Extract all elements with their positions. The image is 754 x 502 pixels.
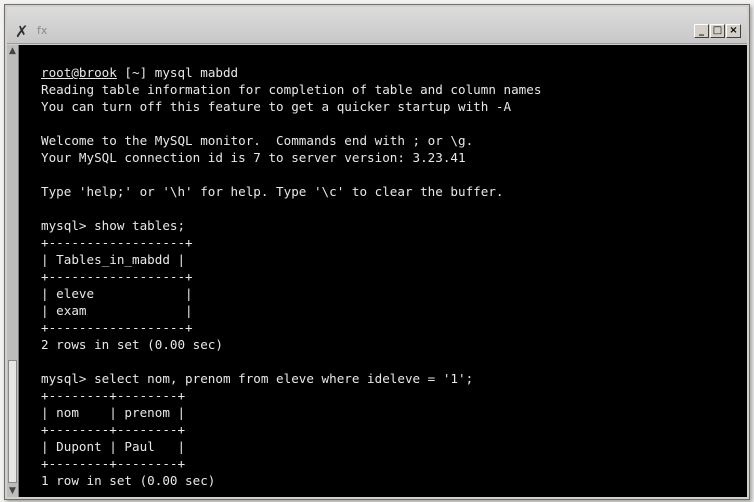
terminal-line: | Dupont | Paul | <box>41 439 186 454</box>
terminal-line: +------------------+ <box>41 235 193 250</box>
scrollbar[interactable]: ▲ ▼ <box>7 45 19 497</box>
terminal-line: Reading table information for completion… <box>41 82 542 97</box>
terminal-line: You can turn off this feature to get a q… <box>41 99 512 114</box>
window-title: fx <box>37 24 48 37</box>
scroll-thumb[interactable] <box>8 360 17 483</box>
terminal-line: 1 row in set (0.00 sec) <box>41 473 216 488</box>
terminal-text: root@brook [~] mysql mabdd Reading table… <box>41 64 541 497</box>
close-button[interactable]: × <box>726 24 741 38</box>
terminal-line: +------------------+ <box>41 320 193 335</box>
scroll-up-arrow-icon[interactable]: ▲ <box>7 45 18 57</box>
terminal-line: +--------+--------+ <box>41 422 186 437</box>
minimize-button[interactable]: _ <box>694 24 709 38</box>
terminal-line: root@brook [~] mysql mabdd <box>41 65 238 80</box>
terminal-line: +------------------+ <box>41 269 193 284</box>
terminal-line: | exam | <box>41 303 193 318</box>
title-bar[interactable]: ✗ fx _ □ × <box>7 7 747 44</box>
prompt-user: root@brook <box>41 65 117 80</box>
terminal-line: +--------+--------+ <box>41 388 186 403</box>
terminal-line: | eleve | <box>41 286 193 301</box>
terminal-line: Type 'help;' or '\h' for help. Type '\c'… <box>41 184 504 199</box>
terminal-line: | Tables_in_mabdd | <box>41 252 186 267</box>
terminal-line: Your MySQL connection id is 7 to server … <box>41 150 466 165</box>
terminal-window: ✗ fx _ □ × ▲ ▼ root@brook [~] mysql mabd… <box>4 4 750 500</box>
scroll-down-arrow-icon[interactable]: ▼ <box>7 485 18 497</box>
terminal-output[interactable]: root@brook [~] mysql mabdd Reading table… <box>19 45 747 497</box>
terminal-line: | nom | prenom | <box>41 405 186 420</box>
x-app-icon: ✗ <box>15 22 29 41</box>
window-controls: _ □ × <box>694 24 741 38</box>
terminal-line: mysql> show tables; <box>41 218 186 233</box>
prompt-command: [~] mysql mabdd <box>116 65 239 80</box>
terminal-line: 2 rows in set (0.00 sec) <box>41 337 223 352</box>
maximize-button[interactable]: □ <box>710 24 725 38</box>
terminal-line: +--------+--------+ <box>41 456 186 471</box>
terminal-line: mysql> select nom, prenom from eleve whe… <box>41 371 474 386</box>
terminal-line: Welcome to the MySQL monitor. Commands e… <box>41 133 474 148</box>
